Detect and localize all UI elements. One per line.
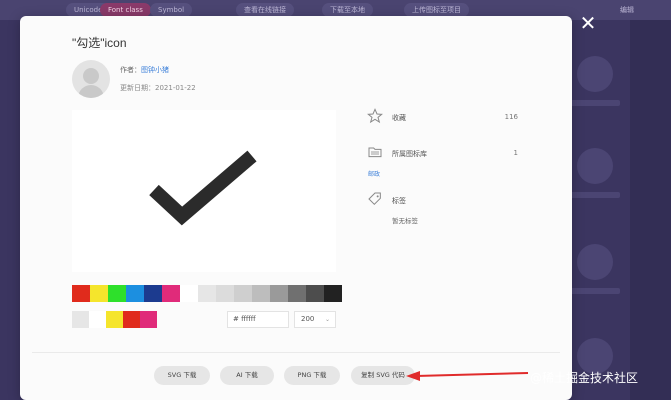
watermark: @稀土掘金技术社区 (530, 371, 639, 385)
annotation-arrow (406, 371, 529, 381)
